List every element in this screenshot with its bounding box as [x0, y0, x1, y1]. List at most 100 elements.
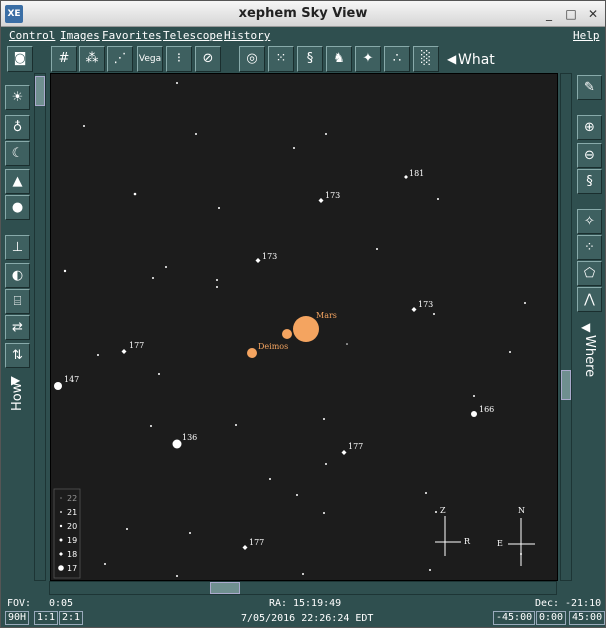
alt-minus-45-box[interactable]: -45:00	[493, 611, 536, 625]
moon-phase-icon[interactable]: ◐	[5, 263, 30, 288]
bottom-scroll-thumb[interactable]	[210, 582, 240, 594]
pencil-icon[interactable]: ✎	[577, 75, 602, 100]
compass-r-label: R	[464, 537, 471, 546]
tree-icon[interactable]: ▲	[5, 169, 30, 194]
left-scrollbar[interactable]	[34, 73, 46, 581]
sky-view[interactable]: 181 173 173 173 177 147 136 166 177 177 …	[50, 73, 558, 581]
scale-2to1-box[interactable]: 2:1	[59, 611, 84, 625]
stars-icon[interactable]: ✦	[355, 46, 381, 72]
dec-value: -21:10	[565, 598, 602, 609]
legend-mag-22: 22	[67, 494, 77, 503]
scatter-icon[interactable]: ⁘	[577, 235, 602, 260]
deimos-label: Deimos	[258, 342, 288, 351]
dec-label: Dec:	[535, 598, 560, 609]
star-label-177-a: 177	[129, 341, 144, 350]
menu-control[interactable]: Control	[9, 29, 55, 42]
star-label-181: 181	[409, 169, 424, 178]
legend-mag-18: 18	[67, 550, 77, 559]
compass-n-label: N	[518, 506, 525, 515]
star-label-173-b: 173	[262, 252, 277, 261]
north-east-compass	[508, 518, 535, 566]
star-label-177-b: 177	[348, 442, 363, 451]
fov-90h-box[interactable]: 90H	[5, 611, 30, 625]
cluster-icon[interactable]: ⁙	[268, 46, 294, 72]
legend-mag-21: 21	[67, 508, 77, 517]
swirl-icon[interactable]: §	[297, 46, 323, 72]
star-marker-173-b	[255, 258, 261, 263]
star-label-166: 166	[479, 405, 494, 414]
alt-plus-45-box[interactable]: 45:00	[569, 611, 606, 625]
bottom-scrollbar[interactable]	[49, 581, 557, 595]
star-label-173-a: 173	[325, 191, 340, 200]
menu-bar: Control Images Favorites Telescope Histo…	[1, 27, 605, 45]
what-label[interactable]: What	[458, 52, 495, 68]
grid-icon[interactable]: #	[51, 46, 77, 72]
how-arrow-icon[interactable]: ▶	[11, 373, 20, 387]
sky-canvas[interactable]: 181 173 173 173 177 147 136 166 177 177 …	[51, 74, 558, 581]
alt-zero-box[interactable]: 0:00	[536, 611, 567, 625]
sparkle-icon[interactable]: ✧	[577, 209, 602, 234]
camera-icon[interactable]: ◙	[7, 46, 33, 72]
star-marker-136	[172, 439, 182, 449]
star-marker-147	[54, 382, 62, 390]
right-scroll-thumb[interactable]	[561, 370, 571, 400]
mars-label: Mars	[316, 311, 337, 320]
zoom-out-icon[interactable]: ⊖	[577, 143, 602, 168]
scale-1to1-box[interactable]: 1:1	[34, 611, 59, 625]
trees-icon[interactable]: ⁂	[79, 46, 105, 72]
snapshot-icon[interactable]: §	[577, 169, 602, 194]
zenith-compass	[435, 516, 461, 556]
galaxy-icon[interactable]: ⊘	[195, 46, 221, 72]
star-marker-177-c	[242, 545, 248, 550]
status-bar: FOV: 0:05 RA: 15:19:49 Dec: -21:10 90H 1…	[1, 595, 606, 627]
noise-icon[interactable]: ░	[413, 46, 439, 72]
star-label-177-c: 177	[249, 538, 264, 547]
star-label-173-c: 173	[418, 300, 433, 309]
menu-telescope[interactable]: Telescope	[163, 29, 223, 42]
phobos-disk	[282, 329, 292, 339]
polygon-icon[interactable]: ⬠	[577, 261, 602, 286]
right-scrollbar[interactable]	[560, 73, 572, 581]
target-icon[interactable]: ◎	[239, 46, 265, 72]
bulb-moon-icon[interactable]: ☾	[5, 141, 30, 166]
vega-icon[interactable]: Vega	[137, 46, 163, 72]
labels-icon[interactable]: ⁝	[166, 46, 192, 72]
horse-icon[interactable]: ♞	[326, 46, 352, 72]
brightness-icon[interactable]: ☀	[5, 85, 30, 110]
star-marker-177-a	[121, 349, 127, 354]
deimos-disk	[247, 348, 257, 358]
what-arrow-icon[interactable]: ◀	[447, 52, 456, 66]
blur-icon[interactable]: ●	[5, 195, 30, 220]
where-arrow-icon[interactable]: ◀	[581, 320, 590, 334]
bulb-icon[interactable]: ♁	[5, 115, 30, 140]
star-marker-166	[471, 411, 477, 417]
constellation-icon[interactable]: ⋰	[107, 46, 133, 72]
fov-value: 0:05	[49, 598, 74, 609]
dots-icon[interactable]: ∴	[384, 46, 410, 72]
menu-favorites[interactable]: Favorites	[102, 29, 162, 42]
legend-mag-17: 17	[67, 564, 77, 573]
star-marker-177-b	[341, 450, 347, 455]
title-bar: XE xephem Sky View _ □ ✕	[1, 1, 605, 27]
toolbar: ◙ # ⁂ ⋰ Vega ⁝ ⊘ ◎ ⁙ § ♞ ✦ ∴ ░ ◀ What	[1, 45, 605, 73]
star-label-147: 147	[64, 375, 79, 384]
minimize-button[interactable]: _	[541, 6, 557, 22]
legend-mag-19: 19	[67, 536, 77, 545]
flip-icon[interactable]: ⇅	[5, 343, 30, 368]
xephem-window: XE xephem Sky View _ □ ✕ Control Images …	[0, 0, 606, 628]
menu-help[interactable]: Help	[573, 29, 600, 42]
axes-icon[interactable]: ⊥	[5, 235, 30, 260]
swap-icon[interactable]: ⇄	[5, 315, 30, 340]
maximize-button[interactable]: □	[563, 6, 579, 22]
zoom-in-icon[interactable]: ⊕	[577, 115, 602, 140]
compass-e-label: E	[497, 539, 503, 548]
where-label[interactable]: Where	[582, 335, 597, 377]
asterism-icon[interactable]: ⋀	[577, 287, 602, 312]
menu-images[interactable]: Images	[60, 29, 100, 42]
close-button[interactable]: ✕	[585, 6, 601, 22]
cylinder-icon[interactable]: ⌸	[5, 289, 30, 314]
ra-value: 15:19:49	[293, 598, 342, 609]
menu-history[interactable]: History	[224, 29, 270, 42]
left-scroll-thumb[interactable]	[35, 76, 45, 106]
labeled-stars	[54, 175, 477, 550]
